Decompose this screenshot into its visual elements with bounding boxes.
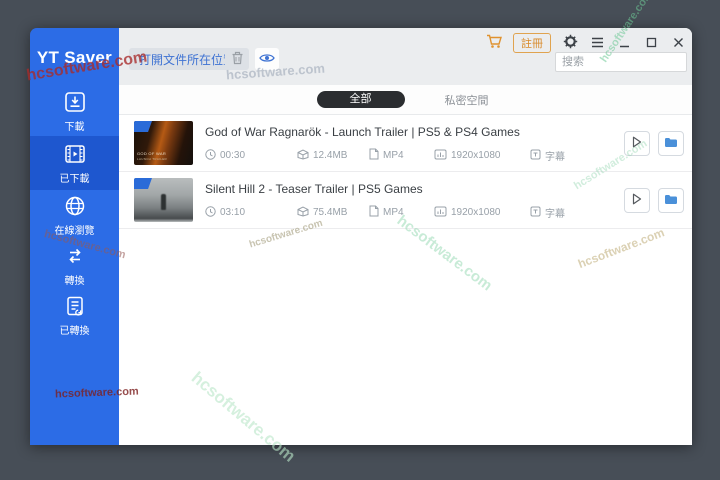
gear-icon (563, 34, 578, 52)
sidebar-item-converted[interactable]: 已轉換 (30, 290, 119, 340)
delete-button[interactable] (225, 48, 249, 70)
maximize-button[interactable] (643, 35, 659, 51)
film-icon (63, 142, 87, 166)
video-resolution: 1920x1080 (451, 150, 501, 161)
trash-icon (231, 51, 244, 68)
menu-icon (591, 36, 604, 51)
video-meta: 03:10 75.4MB MP4 1920x1080 字幕 (205, 205, 624, 220)
video-subtitle: 字幕 (545, 152, 565, 163)
subtitle-icon (530, 206, 541, 220)
thumbnail-caption: GOD OF WAR LAUNCH TRAILER (137, 151, 167, 161)
folder-icon (664, 193, 678, 208)
sidebar-item-label: 已下載 (59, 173, 90, 185)
video-size: 75.4MB (313, 207, 348, 218)
resolution-icon (434, 206, 447, 220)
maximize-icon (646, 36, 657, 51)
play-button[interactable] (624, 187, 650, 213)
sidebar-item-label: 已轉換 (59, 325, 90, 337)
sidebar: YT Saver 下載 已下載 在線瀏覽 轉換 已轉換 (30, 28, 119, 445)
sidebar-item-online-browse[interactable]: 在線瀏覽 (30, 190, 119, 240)
resolution-icon (434, 149, 447, 163)
video-row[interactable]: Silent Hill 2 - Teaser Trailer | PS5 Gam… (119, 172, 692, 229)
tab-all[interactable]: 全部 (316, 91, 405, 108)
video-meta: 00:30 12.4MB MP4 1920x1080 字幕 (205, 148, 624, 163)
video-thumbnail: GOD OF WAR LAUNCH TRAILER (134, 121, 193, 165)
open-folder-button[interactable] (658, 187, 684, 213)
sidebar-item-download[interactable]: 下載 (30, 86, 119, 136)
subtitle-icon (530, 149, 541, 163)
sidebar-item-label: 在線瀏覽 (54, 225, 95, 237)
converted-doc-icon (63, 294, 87, 318)
video-list: GOD OF WAR LAUNCH TRAILER God of War Rag… (119, 115, 692, 445)
tab-bar: 全部 私密空間 (119, 85, 692, 115)
eye-icon (259, 52, 275, 67)
sidebar-item-label: 轉換 (64, 275, 85, 287)
play-button[interactable] (624, 130, 650, 156)
video-duration: 03:10 (220, 207, 246, 218)
close-button[interactable] (670, 35, 686, 51)
package-icon (297, 205, 309, 220)
preview-button[interactable] (255, 48, 279, 70)
convert-icon (63, 244, 87, 268)
sidebar-item-label: 下載 (64, 121, 85, 133)
search-input[interactable] (555, 52, 687, 72)
globe-icon (63, 194, 87, 218)
settings-button[interactable] (562, 34, 578, 52)
video-subtitle: 字幕 (545, 209, 565, 220)
main-area: 打開文件所在位置 註冊 搜索 全部 私密空間 GOD OF WAR LAUNCH… (119, 28, 692, 445)
minimize-button[interactable] (616, 35, 632, 51)
register-button[interactable]: 註冊 (513, 33, 551, 53)
minimize-icon (619, 36, 630, 51)
playstation-badge (134, 178, 152, 189)
app-window: YT Saver 下載 已下載 在線瀏覽 轉換 已轉換 打開文件所在位置 註冊 … (30, 28, 692, 445)
play-icon (632, 193, 642, 208)
video-resolution: 1920x1080 (451, 207, 501, 218)
folder-icon (664, 136, 678, 151)
video-row[interactable]: GOD OF WAR LAUNCH TRAILER God of War Rag… (119, 115, 692, 172)
close-icon (673, 36, 684, 51)
video-size: 12.4MB (313, 150, 348, 161)
file-icon (369, 205, 379, 220)
video-format: MP4 (383, 150, 404, 161)
play-icon (632, 136, 642, 151)
package-icon (297, 148, 309, 163)
playstation-badge (134, 121, 152, 132)
video-title: God of War Ragnarök - Launch Trailer | P… (205, 125, 520, 139)
app-title: YT Saver (36, 48, 113, 67)
tab-private-space[interactable]: 私密空間 (439, 91, 495, 109)
clock-icon (205, 148, 216, 163)
cart-button[interactable] (486, 34, 503, 52)
video-duration: 00:30 (220, 150, 246, 161)
video-title: Silent Hill 2 - Teaser Trailer | PS5 Gam… (205, 182, 423, 196)
video-format: MP4 (383, 207, 404, 218)
download-icon (63, 90, 87, 114)
open-folder-button[interactable] (658, 130, 684, 156)
cart-icon (486, 34, 503, 52)
file-icon (369, 148, 379, 163)
window-controls: 註冊 (486, 33, 686, 53)
toolbar: 打開文件所在位置 註冊 搜索 (119, 28, 692, 85)
sidebar-item-convert[interactable]: 轉換 (30, 240, 119, 290)
menu-button[interactable] (589, 35, 605, 51)
clock-icon (205, 205, 216, 220)
video-thumbnail (134, 178, 193, 222)
sidebar-item-downloaded[interactable]: 已下載 (30, 136, 119, 190)
